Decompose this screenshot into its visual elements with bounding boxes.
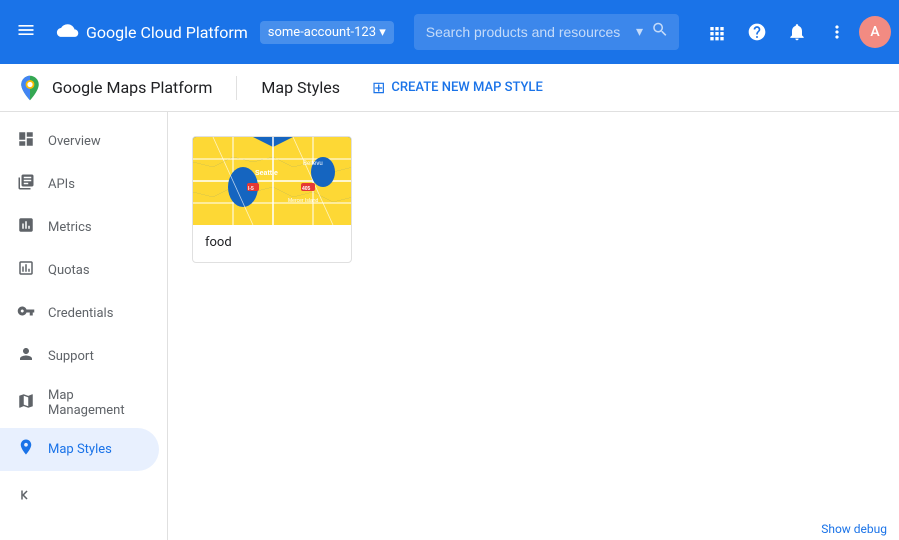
notifications-icon-btn[interactable] (779, 14, 815, 50)
map-styles-icon (16, 438, 36, 461)
metrics-icon (16, 216, 36, 239)
search-icon (651, 21, 669, 44)
svg-text:Bellevu: Bellevu (303, 161, 323, 167)
sidebar-item-label: APIs (48, 177, 75, 192)
account-selector[interactable]: some-account-123 ▾ (260, 21, 394, 44)
topbar-title: Google Cloud Platform (86, 23, 248, 42)
sidebar-collapse-button[interactable] (8, 478, 42, 512)
search-dropdown-icon[interactable]: ▾ (636, 24, 643, 40)
map-card-thumbnail: Seattle Bellevu Mercer Island I-5 405 (193, 137, 352, 225)
sidebar-item-label: Metrics (48, 220, 92, 235)
sidebar-item-map-styles[interactable]: Map Styles (0, 428, 159, 471)
menu-icon[interactable] (8, 12, 44, 53)
subheader: Google Maps Platform Map Styles ⊞ CREATE… (0, 64, 899, 112)
page-title: Map Styles (261, 78, 340, 97)
more-icon-btn[interactable] (819, 14, 855, 50)
svg-text:Mercer Island: Mercer Island (288, 198, 319, 204)
sidebar-item-label: Map Management (48, 388, 143, 418)
sidebar-item-metrics[interactable]: Metrics (0, 206, 159, 249)
quotas-icon (16, 259, 36, 282)
maps-platform-title: Google Maps Platform (52, 78, 212, 97)
avatar[interactable]: A (859, 16, 891, 48)
maps-logo-icon (16, 74, 44, 102)
svg-text:I-5: I-5 (248, 186, 254, 192)
sidebar-item-apis[interactable]: APIs (0, 163, 159, 206)
sidebar-item-overview[interactable]: Overview (0, 120, 159, 163)
search-area: ▾ (414, 14, 679, 50)
help-icon-btn[interactable] (739, 14, 775, 50)
svg-text:405: 405 (302, 186, 311, 192)
map-card-label: food (193, 225, 351, 262)
svg-text:Seattle: Seattle (255, 170, 278, 177)
cloud-logo-icon (52, 18, 80, 46)
sidebar: Overview APIs Metrics Quotas Credentials (0, 112, 168, 540)
sidebar-item-label: Map Styles (48, 442, 112, 457)
create-new-label: CREATE NEW MAP STYLE (391, 80, 542, 95)
map-management-icon (16, 392, 36, 415)
maps-logo-area: Google Maps Platform (16, 74, 212, 102)
sidebar-item-quotas[interactable]: Quotas (0, 249, 159, 292)
sidebar-item-label: Quotas (48, 263, 90, 278)
sidebar-item-label: Overview (48, 134, 101, 149)
show-debug-button[interactable]: Show debug (809, 518, 899, 540)
create-new-map-style-button[interactable]: ⊞ CREATE NEW MAP STYLE (372, 78, 543, 97)
topbar-logo: Google Cloud Platform (52, 18, 248, 46)
sidebar-item-support[interactable]: Support (0, 335, 159, 378)
apis-icon (16, 173, 36, 196)
grid-icon-btn[interactable] (699, 14, 735, 50)
sidebar-item-label: Support (48, 349, 94, 364)
topbar-icons: A (699, 14, 891, 50)
create-plus-icon: ⊞ (372, 78, 385, 97)
map-style-card[interactable]: Seattle Bellevu Mercer Island I-5 405 fo… (192, 136, 352, 263)
header-divider (236, 76, 237, 100)
sidebar-item-label: Credentials (48, 306, 113, 321)
support-icon (16, 345, 36, 368)
layout: Overview APIs Metrics Quotas Credentials (0, 112, 899, 540)
main-content: Seattle Bellevu Mercer Island I-5 405 fo… (168, 112, 899, 540)
topbar: Google Cloud Platform some-account-123 ▾… (0, 0, 899, 64)
overview-icon (16, 130, 36, 153)
credentials-icon (16, 302, 36, 325)
sidebar-item-map-management[interactable]: Map Management (0, 378, 159, 428)
debug-label: Show debug (821, 522, 887, 536)
sidebar-item-credentials[interactable]: Credentials (0, 292, 159, 335)
